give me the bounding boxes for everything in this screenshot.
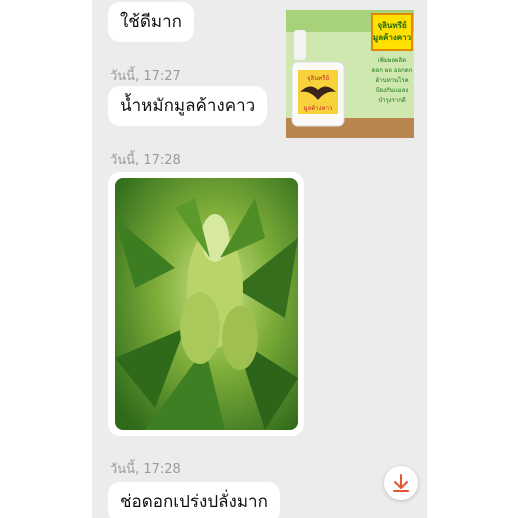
timestamp: วันนี้, 17:27 [110, 69, 181, 84]
plant-photo [115, 178, 298, 430]
download-arrow-icon [393, 474, 409, 492]
poster-title-line2: มูลค้างคาว [373, 32, 412, 43]
benefit-text: ป้องกันแมลง [376, 87, 409, 94]
bottle-label-line2: มูลค้างคาว [304, 105, 333, 112]
timestamp: วันนี้, 17:28 [110, 153, 181, 168]
message-text: ใช้ดีมาก [120, 12, 182, 32]
product-poster: จุลินทรีย์ มูลค้างคาว จุลินทรีย์ มูลค้าง… [286, 10, 414, 138]
product-image-message[interactable]: จุลินทรีย์ มูลค้างคาว จุลินทรีย์ มูลค้าง… [286, 10, 414, 138]
photo-message[interactable] [108, 172, 304, 436]
benefit-text: บำรุงรากดี [378, 96, 406, 104]
message-bubble[interactable]: ใช้ดีมาก [108, 2, 194, 42]
download-button[interactable] [384, 466, 418, 500]
message-bubble[interactable]: ช่อดอกเปร่งปลั่งมาก [108, 482, 280, 518]
poster-title-line1: จุลินทรีย์ [377, 20, 407, 31]
message-text: ช่อดอกเปร่งปลั่งมาก [120, 492, 268, 512]
benefit-text: เพิ่มผลผลิต [378, 56, 406, 64]
bottle-label-line1: จุลินทรีย์ [307, 74, 329, 82]
message-bubble[interactable]: น้ำหมักมูลค้างคาว [108, 86, 268, 126]
benefit-text: ดอก ผล ออกดก [372, 67, 413, 74]
chat-panel: ใช้ดีมาก จุลินทรีย์ มูลค้างคาว จุลินทรีย… [92, 0, 427, 518]
benefit-text: ต้านทานโรค [375, 76, 408, 84]
timestamp: วันนี้, 17:28 [110, 462, 181, 477]
poster-title-box [371, 13, 413, 51]
message-text: น้ำหมักมูลค้างคาว [120, 96, 256, 116]
